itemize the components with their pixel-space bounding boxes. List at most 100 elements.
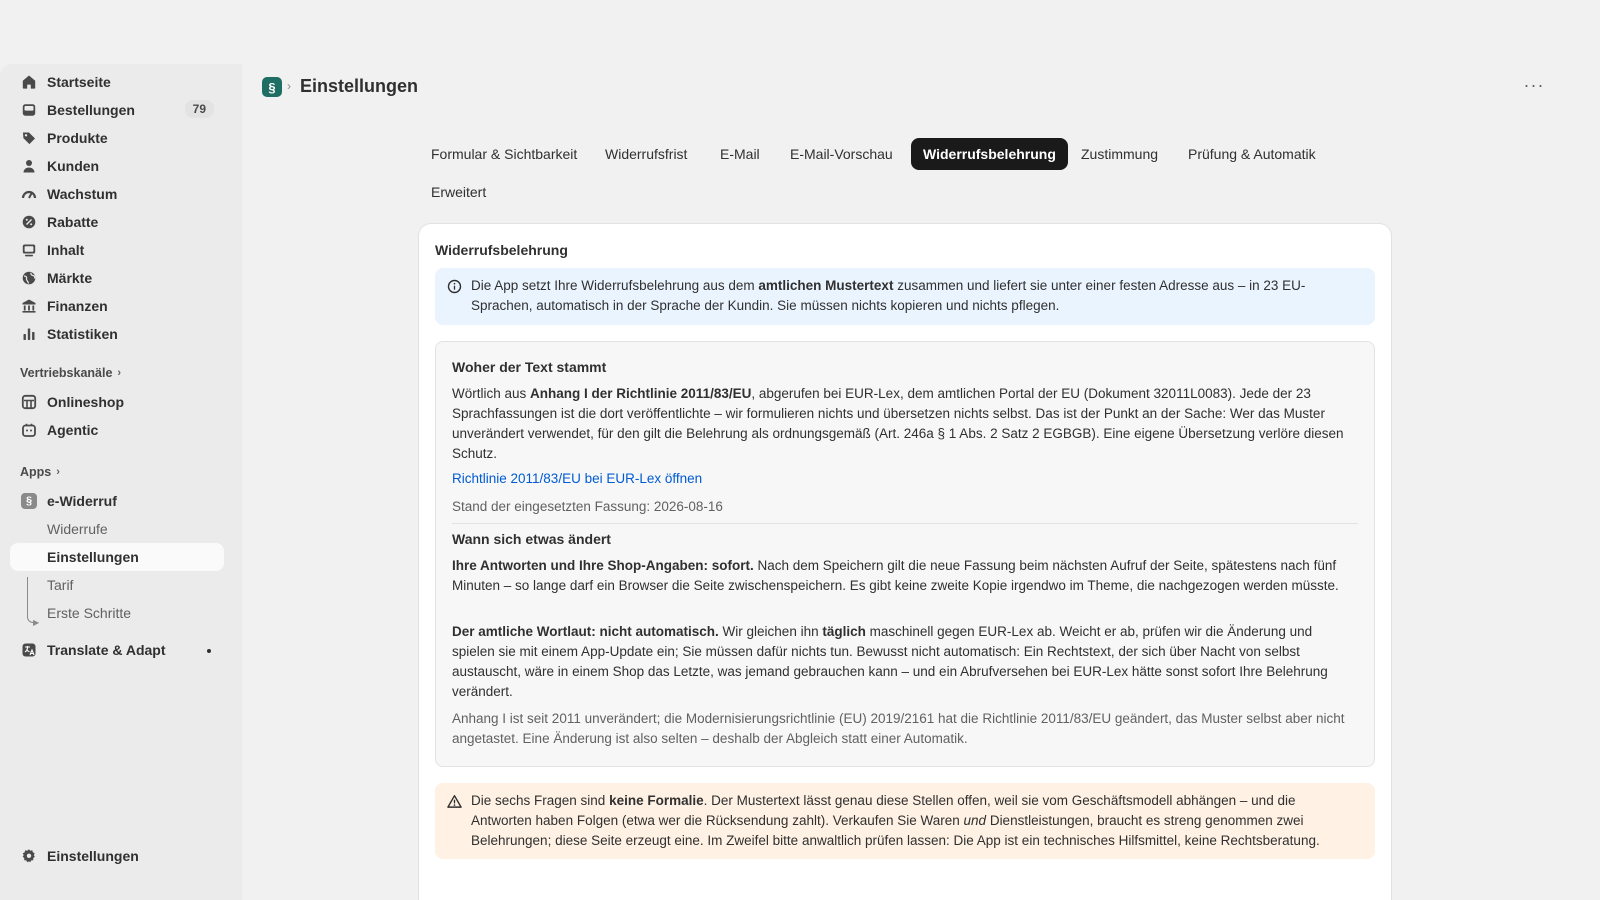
change-paragraph-2: Der amtliche Wortlaut: nicht automatisch… <box>452 622 1358 702</box>
warning-banner: Die sechs Fragen sind keine Formalie. De… <box>435 783 1375 859</box>
warning-banner-text: Die sechs Fragen sind keine Formalie. De… <box>471 791 1359 851</box>
sidebar-item-label: Märkte <box>47 270 93 286</box>
tag-icon <box>21 130 37 146</box>
sidebar-item-settings[interactable]: Einstellungen <box>10 842 224 870</box>
info-banner: Die App setzt Ihre Widerrufsbelehrung au… <box>435 268 1375 325</box>
sidebar-item-label: Kunden <box>47 158 100 174</box>
card-title: Widerrufsbelehrung <box>435 242 568 258</box>
change-paragraph-1: Ihre Antworten und Ihre Shop-Angaben: so… <box>452 556 1358 596</box>
agentic-icon <box>21 422 37 438</box>
orders-count-badge: 79 <box>184 100 214 118</box>
sidebar-item-bestellungen[interactable]: Bestellungen 79 <box>10 96 224 124</box>
section-divider <box>452 523 1358 524</box>
source-section-title: Woher der Text stammt <box>452 359 607 375</box>
page-title: Einstellungen <box>300 76 419 96</box>
sidebar-item-rabatte[interactable]: Rabatte <box>10 208 224 236</box>
sidebar-subitem-label: Erste Schritte <box>47 605 132 621</box>
sidebar-subitem-tarif[interactable]: Tarif <box>10 571 224 599</box>
sidebar-item-produkte[interactable]: Produkte <box>10 124 224 152</box>
sidebar-item-label: Onlineshop <box>47 394 124 410</box>
tab-pruefung-automatik[interactable]: Prüfung & Automatik <box>1176 138 1328 170</box>
sidebar-item-label: Inhalt <box>47 242 85 258</box>
sidebar-item-label: Translate & Adapt <box>47 642 166 658</box>
content-icon <box>21 242 37 258</box>
sidebar-item-inhalt[interactable]: Inhalt <box>10 236 224 264</box>
warning-icon <box>447 794 462 808</box>
gauge-icon <box>21 186 37 202</box>
change-section-title: Wann sich etwas ändert <box>452 531 611 547</box>
person-icon <box>21 158 37 174</box>
more-actions-button[interactable]: ··· <box>1522 76 1546 96</box>
text-bold: Anhang I der Richtlinie 2011/83/EU <box>530 386 752 401</box>
sidebar-item-kunden[interactable]: Kunden <box>10 152 224 180</box>
text-bold: keine Formalie <box>609 793 704 808</box>
breadcrumb-chevron-icon: › <box>287 79 291 93</box>
home-icon <box>21 74 37 90</box>
sidebar-item-wachstum[interactable]: Wachstum <box>10 180 224 208</box>
apps-label: Apps <box>20 465 52 479</box>
text-part: Die App setzt Ihre Widerrufsbelehrung au… <box>471 278 759 293</box>
sidebar-item-finanzen[interactable]: Finanzen <box>10 292 224 320</box>
sidebar-item-agentic[interactable]: Agentic <box>10 416 224 444</box>
tab-widerrufsfrist[interactable]: Widerrufsfrist <box>593 138 699 170</box>
text-part: Wir gleichen ihn <box>718 624 823 639</box>
globe-icon <box>21 270 37 286</box>
tab-formular-sichtbarkeit[interactable]: Formular & Sichtbarkeit <box>419 138 589 170</box>
text-bold: amtlichen Mustertext <box>758 278 894 293</box>
sidebar: Startseite Bestellungen 79 Produkte Kund… <box>0 64 242 900</box>
sidebar-subitem-erste-schritte[interactable]: Erste Schritte <box>10 599 224 627</box>
text-source-box: Woher der Text stammt Wörtlich aus Anhan… <box>435 341 1375 767</box>
sidebar-item-label: Bestellungen <box>47 102 135 118</box>
text-bold: Ihre Antworten und Ihre Shop-Angaben: so… <box>452 558 754 573</box>
text-part: Wörtlich aus <box>452 386 531 401</box>
app-section-icon: § <box>21 493 37 509</box>
text-bold: Der amtliche Wortlaut: nicht automatisch… <box>452 624 719 639</box>
app-icon[interactable]: § <box>262 77 282 97</box>
sidebar-item-label: Statistiken <box>47 326 118 342</box>
store-icon <box>21 394 37 410</box>
sidebar-item-label: Einstellungen <box>47 848 139 864</box>
bank-icon <box>21 298 37 314</box>
sidebar-item-label: Startseite <box>47 74 111 90</box>
info-banner-text: Die App setzt Ihre Widerrufsbelehrung au… <box>471 276 1359 316</box>
gear-icon <box>21 848 37 864</box>
widerrufsbelehrung-card: Widerrufsbelehrung Die App setzt Ihre Wi… <box>419 224 1391 900</box>
apps-heading[interactable]: Apps › <box>20 465 60 479</box>
sidebar-item-maerkte[interactable]: Märkte <box>10 264 224 292</box>
tab-e-mail-vorschau[interactable]: E-Mail-Vorschau <box>778 138 905 170</box>
app-icon-glyph: § <box>21 493 37 509</box>
source-paragraph: Wörtlich aus Anhang I der Richtlinie 201… <box>452 384 1358 464</box>
sidebar-item-startseite[interactable]: Startseite <box>10 68 224 96</box>
sidebar-item-label: Agentic <box>47 422 99 438</box>
sidebar-item-label: Finanzen <box>47 298 108 314</box>
text-part: Die sechs Fragen sind <box>471 793 610 808</box>
tab-e-mail[interactable]: E-Mail <box>708 138 772 170</box>
text-bold: täglich <box>822 624 866 639</box>
sidebar-item-statistiken[interactable]: Statistiken <box>10 320 224 348</box>
sidebar-item-label: Wachstum <box>47 186 118 202</box>
inbox-icon <box>21 102 37 118</box>
sidebar-item-e-widerruf[interactable]: § e-Widerruf <box>10 487 224 515</box>
sidebar-item-onlineshop[interactable]: Onlineshop <box>10 388 224 416</box>
translate-icon <box>21 642 37 658</box>
tab-zustimmung[interactable]: Zustimmung <box>1069 138 1170 170</box>
tab-erweitert[interactable]: Erweitert <box>419 176 498 208</box>
info-icon <box>447 279 462 294</box>
text-italic: und <box>963 813 987 828</box>
bar-chart-icon <box>21 326 37 342</box>
change-note: Anhang I ist seit 2011 unverändert; die … <box>452 711 1345 746</box>
sidebar-item-translate-adapt[interactable]: Translate & Adapt <box>10 636 224 664</box>
sidebar-subitem-label: Tarif <box>47 577 74 593</box>
version-line: Stand der eingesetzten Fassung: 2026-08-… <box>452 499 723 514</box>
tab-widerrufsbelehrung[interactable]: Widerrufsbelehrung <box>911 138 1068 170</box>
sidebar-item-label: Produkte <box>47 130 108 146</box>
chevron-right-icon: › <box>117 367 122 379</box>
sidebar-subitem-label: Widerrufe <box>47 521 108 537</box>
eur-lex-link[interactable]: Richtlinie 2011/83/EU bei EUR-Lex öffnen <box>452 471 702 486</box>
sales-channels-label: Vertriebskanäle <box>20 366 113 380</box>
sidebar-subitem-einstellungen[interactable]: Einstellungen <box>10 543 224 571</box>
sidebar-item-label: Rabatte <box>47 214 99 230</box>
discount-icon <box>21 214 37 230</box>
sales-channels-heading[interactable]: Vertriebskanäle › <box>20 366 121 380</box>
sidebar-subitem-widerrufe[interactable]: Widerrufe <box>10 515 224 543</box>
